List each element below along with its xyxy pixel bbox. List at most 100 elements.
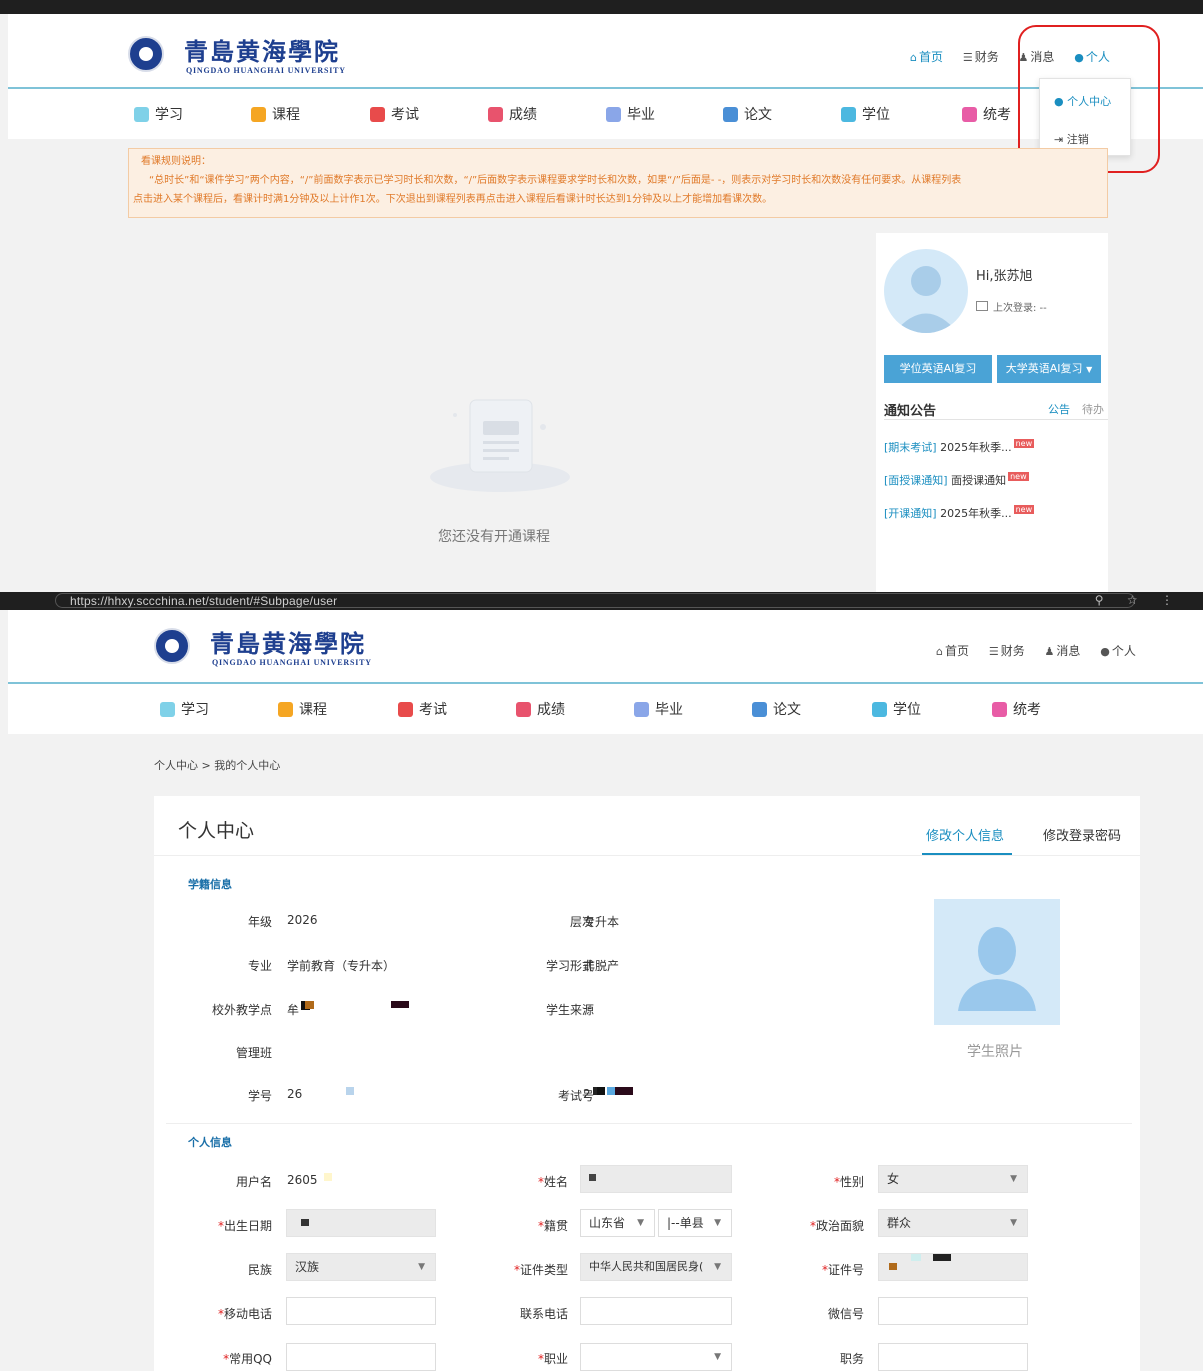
top-nav-personal[interactable]: 个人 bbox=[1112, 644, 1136, 658]
monitor-icon bbox=[976, 301, 988, 311]
gender-label: *性别 bbox=[790, 1173, 864, 1190]
college-english-label: 大学英语AI复习 bbox=[1005, 362, 1083, 375]
bell-icon: ♟ bbox=[1044, 645, 1055, 658]
nav-thesis[interactable]: 论文 bbox=[723, 104, 772, 124]
nav-unified-exam[interactable]: 统考 bbox=[962, 104, 1011, 124]
ethnicity-select[interactable]: 汉族 ▼ bbox=[286, 1253, 436, 1281]
grade-value: 2026 bbox=[287, 913, 318, 927]
breadcrumb[interactable]: 个人中心 > 我的个人中心 bbox=[154, 757, 280, 773]
browser-toolbar-top bbox=[0, 0, 1203, 14]
nav-graduation[interactable]: 毕业 bbox=[634, 699, 683, 719]
top-nav-home[interactable]: 首页 bbox=[919, 50, 943, 64]
chevron-down-icon: ▼ bbox=[714, 1218, 721, 1228]
username-value: 2605 bbox=[287, 1173, 332, 1187]
course-icon bbox=[251, 106, 266, 122]
notice-heading: 通知公告 bbox=[884, 404, 937, 419]
mobile-input[interactable] bbox=[286, 1297, 436, 1325]
tab-todo[interactable]: 待办 bbox=[1082, 401, 1104, 417]
degree-icon bbox=[872, 701, 887, 717]
top-nav-finance[interactable]: 财务 bbox=[975, 50, 999, 64]
gender-select[interactable]: 女 ▼ bbox=[878, 1165, 1028, 1193]
url-text[interactable]: https://hhxy.sccchina.net/student/#Subpa… bbox=[70, 594, 337, 608]
id-number-label: *证件号 bbox=[790, 1261, 864, 1278]
nav-label: 统考 bbox=[983, 107, 1011, 123]
graduation-icon bbox=[606, 106, 621, 122]
nav-grades[interactable]: 成绩 bbox=[488, 104, 537, 124]
notice-item[interactable]: [开课通知] 2025年秋季... new bbox=[884, 505, 1035, 521]
class-label: 管理班 bbox=[235, 1046, 272, 1060]
county-select[interactable]: |--单县 ▼ bbox=[658, 1209, 732, 1237]
notice-text: 面授课通知 bbox=[951, 474, 1007, 487]
site-header-2: 青島黄海學院 QINGDAO HUANGHAI UNIVERSITY ⌂ 首页 ☰… bbox=[8, 610, 1203, 684]
nav-thesis[interactable]: 论文 bbox=[752, 699, 801, 719]
unified-exam-icon bbox=[992, 701, 1007, 717]
enrollment-section-title: 学籍信息 bbox=[188, 878, 232, 891]
graduation-icon bbox=[634, 701, 649, 717]
exam-icon bbox=[370, 106, 385, 122]
study-icon bbox=[134, 106, 149, 122]
school-logo-icon[interactable] bbox=[128, 36, 164, 72]
nav-study[interactable]: 学习 bbox=[160, 699, 209, 719]
tab-change-password[interactable]: 修改登录密码 bbox=[1043, 825, 1121, 844]
last-login: 上次登录: -- bbox=[976, 299, 1047, 314]
top-nav-finance[interactable]: 财务 bbox=[1001, 644, 1025, 658]
nav-grades[interactable]: 成绩 bbox=[516, 699, 565, 719]
photo-label: 学生照片 bbox=[967, 1044, 1023, 1060]
chevron-down-icon: ▼ bbox=[637, 1218, 644, 1228]
browser-icons: ⚲ ☆ ⋮ bbox=[1094, 593, 1183, 607]
notice-line1: “总时长”和“课件学习”两个内容，“/”前面数字表示已学习时长和次数，“/”后面… bbox=[149, 175, 962, 186]
degree-english-button[interactable]: 学位英语AI复习 bbox=[884, 355, 992, 383]
thesis-icon bbox=[723, 106, 738, 122]
political-status-select[interactable]: 群众 ▼ bbox=[878, 1209, 1028, 1237]
notice-title: 看课规则说明： bbox=[141, 156, 211, 167]
nav-degree[interactable]: 学位 bbox=[872, 699, 921, 719]
user-avatar-icon bbox=[894, 266, 958, 333]
school-logo-icon[interactable] bbox=[154, 628, 190, 664]
student-no-label: 学号 bbox=[247, 1089, 272, 1103]
tab-notice[interactable]: 公告 bbox=[1048, 401, 1070, 417]
chevron-down-icon: ▼ bbox=[418, 1262, 425, 1272]
nav-study[interactable]: 学习 bbox=[134, 104, 183, 124]
school-name[interactable]: 青島黄海學院 bbox=[184, 32, 340, 67]
notice-item[interactable]: [期末考试] 2025年秋季... new bbox=[884, 439, 1035, 455]
nav-courses[interactable]: 课程 bbox=[251, 104, 300, 124]
qq-label: *常用QQ bbox=[184, 1350, 272, 1367]
finance-icon: ☰ bbox=[962, 51, 973, 64]
contact-phone-input[interactable] bbox=[580, 1297, 732, 1325]
nav-courses[interactable]: 课程 bbox=[278, 699, 327, 719]
id-type-select[interactable]: 中华人民共和国居民身(▼ bbox=[580, 1253, 732, 1281]
top-nav-messages[interactable]: 消息 bbox=[1056, 644, 1080, 658]
birth-date-input[interactable] bbox=[286, 1209, 436, 1237]
id-no-label-text: 证件号 bbox=[827, 1263, 864, 1277]
username-label: 用户名 bbox=[235, 1175, 272, 1189]
nav-label: 学位 bbox=[862, 107, 890, 123]
qq-input[interactable] bbox=[286, 1343, 436, 1371]
nav-graduation[interactable]: 毕业 bbox=[606, 104, 655, 124]
occupation-select[interactable]: ▼ bbox=[580, 1343, 732, 1371]
new-badge: new bbox=[1008, 472, 1029, 482]
birth-label-text: 出生日期 bbox=[223, 1219, 272, 1233]
tab-edit-info[interactable]: 修改个人信息 bbox=[926, 825, 1004, 844]
degree-icon bbox=[841, 106, 856, 122]
home-icon: ⌂ bbox=[936, 645, 943, 658]
top-nav-home[interactable]: 首页 bbox=[945, 644, 969, 658]
new-badge: new bbox=[1013, 439, 1035, 449]
nav-exam[interactable]: 考试 bbox=[398, 699, 447, 719]
grades-icon bbox=[516, 701, 531, 717]
wechat-input[interactable] bbox=[878, 1297, 1028, 1325]
page-title: 个人中心 bbox=[178, 820, 255, 842]
nav-exam[interactable]: 考试 bbox=[370, 104, 419, 124]
province-select[interactable]: 山东省 ▼ bbox=[580, 1209, 655, 1237]
nav-unified-exam[interactable]: 统考 bbox=[992, 699, 1041, 719]
id-number-input[interactable] bbox=[878, 1253, 1028, 1281]
chevron-down-icon: ▼ bbox=[714, 1352, 721, 1362]
nav-label: 考试 bbox=[419, 702, 447, 718]
nav-degree[interactable]: 学位 bbox=[841, 104, 890, 124]
college-english-button[interactable]: 大学英语AI复习 ▼ bbox=[997, 355, 1101, 383]
school-name[interactable]: 青島黄海學院 bbox=[210, 624, 366, 659]
notice-item[interactable]: [面授课通知] 面授课通知 new bbox=[884, 472, 1029, 488]
id-type-label-text: 证件类型 bbox=[519, 1263, 568, 1277]
name-input[interactable] bbox=[580, 1165, 732, 1193]
mobile-label-text: 移动电话 bbox=[223, 1307, 272, 1321]
position-input[interactable] bbox=[878, 1343, 1028, 1371]
